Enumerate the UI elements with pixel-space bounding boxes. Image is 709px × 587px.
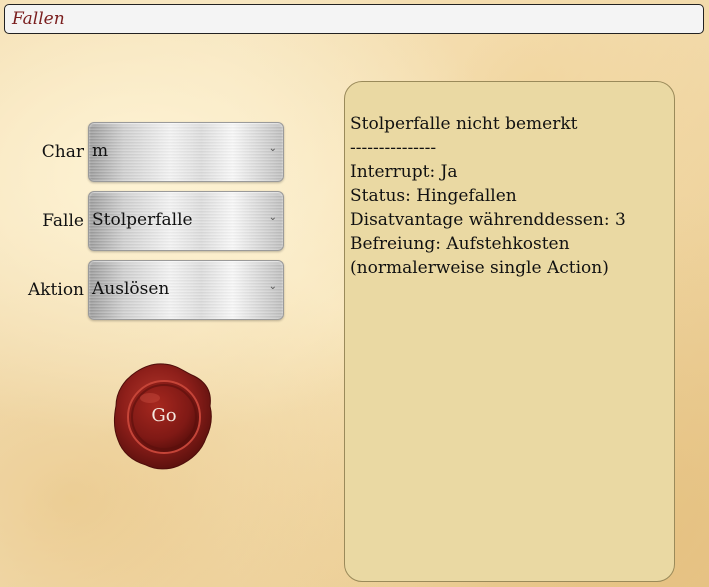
info-line: Stolperfalle nicht bemerkt [350,114,578,134]
page-title: Fallen [4,4,704,34]
char-row: Char m ⌄ [0,122,300,184]
info-line: --------------- [350,138,437,158]
info-line: Disatvantage währenddessen: 3 [350,210,626,230]
char-select-value: m [92,141,109,161]
info-line: Status: Hingefallen [350,186,517,206]
aktion-row: Aktion Auslösen ⌄ [0,260,300,322]
chevron-down-icon: ⌄ [268,212,277,223]
info-line: Befreiung: Aufstehkosten [350,234,570,254]
falle-label: Falle [42,211,84,231]
aktion-select-value: Auslösen [92,279,170,299]
info-line: Interrupt: Ja [350,162,458,182]
wax-seal-icon [113,363,212,470]
info-panel: Stolperfalle nicht bemerkt -------------… [344,81,675,582]
aktion-label: Aktion [27,280,84,300]
falle-select[interactable]: Stolperfalle ⌄ [88,191,284,251]
aktion-select[interactable]: Auslösen ⌄ [88,260,284,320]
falle-row: Falle Stolperfalle ⌄ [0,191,300,253]
char-label: Char [41,142,84,162]
info-line: (normalerweise single Action) [350,258,609,278]
char-select[interactable]: m ⌄ [88,122,284,182]
go-button[interactable]: Go [112,362,212,470]
chevron-down-icon: ⌄ [268,143,277,154]
falle-select-value: Stolperfalle [92,210,193,230]
chevron-down-icon: ⌄ [268,281,277,292]
